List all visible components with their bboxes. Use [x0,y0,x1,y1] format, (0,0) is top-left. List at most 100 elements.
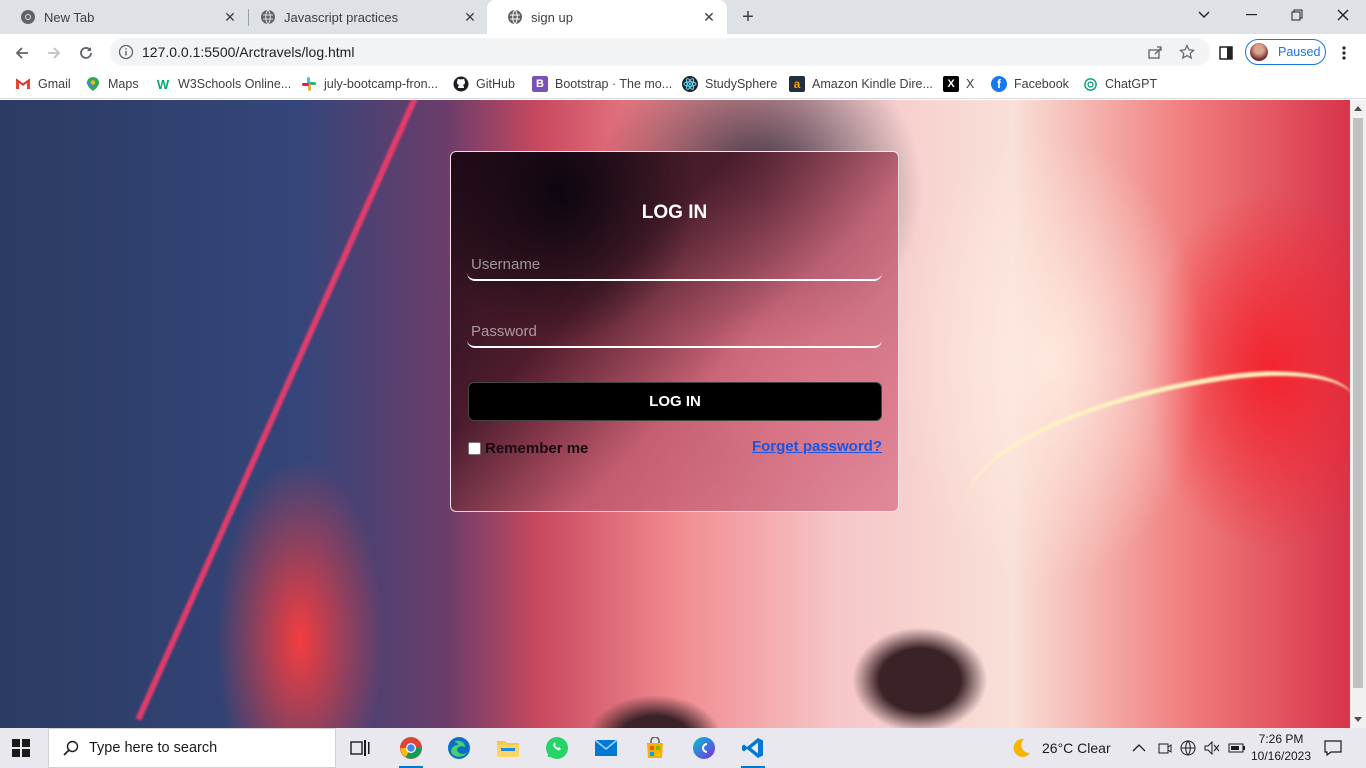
bookmark-label: Amazon Kindle Dire... [812,77,933,91]
bookmark-gmail[interactable]: Gmail [15,75,71,93]
bookmark-facebook[interactable]: f Facebook [991,75,1069,93]
bookmark-studysphere[interactable]: StudySphere [682,75,777,93]
weather-text: 26°C Clear [1042,740,1111,756]
forgot-password-link[interactable]: Forget password? [752,438,882,455]
close-window-button[interactable] [1320,0,1366,30]
address-bar[interactable]: 127.0.0.1:5500/Arctravels/log.html [110,38,1210,66]
bookmark-july-bootcamp[interactable]: july-bootcamp-fron... [301,75,438,93]
chrome-icon [20,9,36,25]
whatsapp-icon[interactable] [537,732,577,764]
close-tab-icon[interactable]: ✕ [462,9,478,25]
page-background: LOG IN LOG IN Remember me Forget passwor… [0,100,1350,728]
amazon-icon: a [789,76,805,92]
chrome-taskbar-icon[interactable] [391,732,431,768]
clock-time: 7:26 PM [1258,732,1304,746]
canva-icon[interactable] [684,732,724,764]
volume-muted-icon[interactable] [1204,728,1220,768]
bookmark-label: Facebook [1014,77,1069,91]
login-title: LOG IN [641,202,708,223]
tab-javascript-practices[interactable]: Javascript practices ✕ [240,0,488,34]
task-view-icon[interactable] [340,732,380,764]
scroll-up-arrow-icon[interactable] [1354,106,1362,111]
reload-button[interactable] [72,39,100,67]
profile-button[interactable]: Paused [1245,39,1326,65]
moon-icon [1008,736,1032,760]
gmail-icon [15,76,31,92]
w3schools-icon: W [156,76,170,92]
windows-start-icon[interactable] [12,739,30,760]
globe-icon [260,9,276,25]
avatar [1250,43,1268,61]
bookmark-label: W3Schools Online... [178,77,292,91]
bookmark-bootstrap[interactable]: B Bootstrap · The mo... [532,75,672,93]
forward-button[interactable] [40,39,68,67]
system-clock[interactable]: 7:26 PM 10/16/2023 [1248,731,1314,765]
scroll-down-arrow-icon[interactable] [1354,717,1362,722]
close-tab-icon[interactable]: ✕ [701,9,717,25]
tab-title: New Tab [44,9,95,25]
background-decoration [135,100,426,721]
tab-search-icon[interactable] [1181,0,1227,30]
side-panel-icon[interactable] [1212,39,1240,67]
bookmark-label: Maps [108,77,139,91]
clock-date: 10/16/2023 [1250,749,1312,763]
maps-icon [85,76,101,92]
bookmark-label: X [966,77,975,91]
bookmark-label: july-bootcamp-fron... [324,77,438,91]
search-placeholder: Type here to search [89,740,218,756]
remember-me-checkbox[interactable] [468,442,481,455]
restore-button[interactable] [1274,0,1320,30]
remember-me-label[interactable]: Remember me [485,440,588,457]
battery-icon[interactable] [1228,728,1246,768]
password-input[interactable] [467,316,882,348]
bookmark-w3schools[interactable]: W W3Schools Online... [155,75,291,93]
username-input[interactable] [467,249,882,281]
network-globe-icon[interactable] [1180,728,1196,768]
bootstrap-icon: B [532,76,548,92]
login-button[interactable]: LOG IN [468,382,882,421]
scrollbar-thumb[interactable] [1353,118,1363,688]
show-hidden-icons[interactable] [1132,728,1146,768]
bookmark-chatgpt[interactable]: ChatGPT [1082,75,1157,93]
bookmark-amazon-kindle[interactable]: a Amazon Kindle Dire... [789,75,933,93]
back-button[interactable] [8,39,36,67]
bookmark-maps[interactable]: Maps [85,75,139,93]
new-tab-button[interactable]: + [736,5,760,29]
vscode-icon[interactable] [733,732,773,768]
tab-title: sign up [531,9,573,25]
x-icon: X [943,76,959,92]
microsoft-store-icon[interactable] [635,732,675,764]
bookmark-label: Bootstrap · The mo... [555,77,673,91]
search-icon [63,740,79,756]
react-icon [682,76,698,92]
tab-sign-up[interactable]: sign up ✕ [487,0,727,34]
bookmark-label: StudySphere [705,77,778,91]
share-icon[interactable] [1147,44,1163,60]
chatgpt-icon [1082,76,1098,92]
mail-icon[interactable] [586,732,626,764]
minimize-button[interactable] [1228,0,1274,30]
notifications-icon[interactable] [1324,728,1342,768]
menu-kebab-icon[interactable] [1330,39,1358,67]
site-info-icon[interactable] [118,44,134,60]
edge-icon[interactable] [439,732,479,764]
tab-title: Javascript practices [284,9,399,25]
bookmarks-bar: Gmail Maps W W3Schools Online... july-boo… [0,70,1366,99]
browser-toolbar: 127.0.0.1:5500/Arctravels/log.html Pause… [0,34,1366,70]
login-card: LOG IN LOG IN Remember me Forget passwor… [450,151,899,512]
windows-taskbar: Type here to search 26°C Clear 7:26 PM 1… [0,728,1366,768]
weather-widget[interactable]: 26°C Clear [1008,728,1111,768]
bookmark-label: GitHub [476,77,515,91]
remember-me: Remember me [468,440,588,457]
close-tab-icon[interactable]: ✕ [222,9,238,25]
meet-now-icon[interactable] [1158,728,1172,768]
file-explorer-icon[interactable] [488,732,528,764]
bookmark-github[interactable]: GitHub [453,75,515,93]
taskbar-search[interactable]: Type here to search [48,728,336,768]
tab-new-tab[interactable]: New Tab ✕ [0,0,248,34]
bookmark-x[interactable]: XX [943,75,974,93]
page-scrollbar[interactable] [1350,100,1366,728]
facebook-icon: f [991,76,1007,92]
bookmark-star-icon[interactable] [1179,44,1195,60]
github-icon [453,76,469,92]
